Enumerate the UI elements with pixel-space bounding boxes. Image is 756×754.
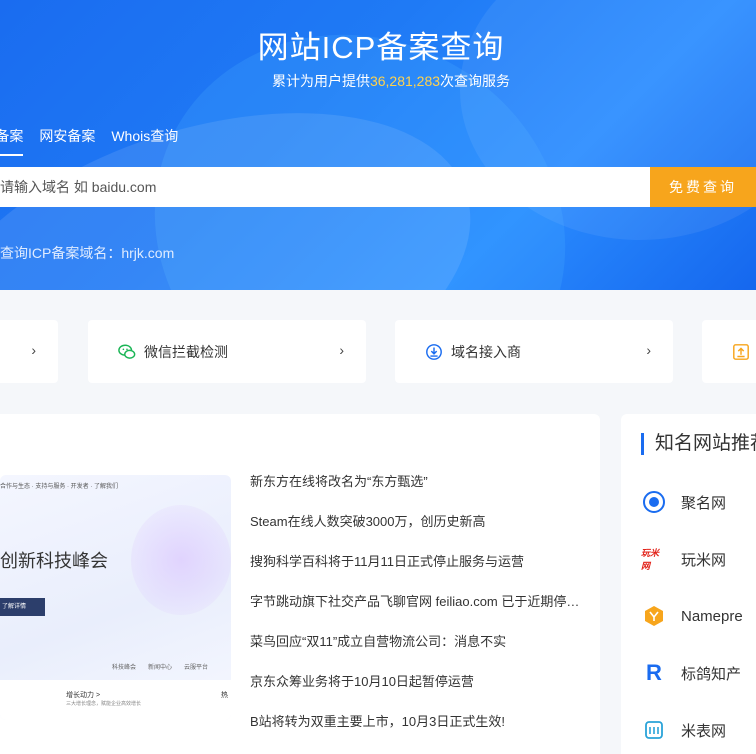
query-tabs: P备案 网安备案 Whois查询 [0,126,178,156]
news-item[interactable]: Steam在线人数突破3000万，创历史新高 [250,514,585,554]
news-item[interactable]: 新东方在线将改名为“东方甄选” [250,474,585,514]
news-item[interactable]: B站将转为双重主要上市，10月3日正式生效! [250,714,585,754]
news-featured-image[interactable]: 合作与生态 · 支持与服务 · 开发者 · 了解我们 创新科技峰会 了解详情 科… [0,475,231,720]
wanmi-logo-icon: 玩米网 [641,548,660,571]
news-item[interactable]: 搜狗科学百科将于11月11日正式停止服务与运营 [250,554,585,594]
news-item[interactable]: 菜鸟回应“双11”成立自营物流公司：消息不实 [250,634,585,674]
sites-title: 知名网站推荐 [641,433,756,455]
news-item[interactable]: 字节跳动旗下社交产品飞聊官网 feiliao.com 已于近期停止服务 [250,594,585,634]
news-list: 新东方在线将改名为“东方甄选” Steam在线人数突破3000万，创历史新高 搜… [250,474,585,754]
site-item-wanmi[interactable]: 玩米网 玩米网 [641,546,726,572]
tab-whois[interactable]: Whois查询 [111,126,178,156]
tool-card-4[interactable] [702,320,756,383]
chevron-right-icon: › [646,342,651,358]
hero-banner: 网站ICP备案查询 累计为用户提供36,281,283次查询服务 P备案 网安备… [0,0,756,290]
tool-card-domain-provider[interactable]: 域名接入商 › [395,320,673,383]
site-item-biaoge[interactable]: R 标鸽知产 [641,660,741,686]
tool-card-wechat-check[interactable]: 微信拦截检测 › [88,320,366,383]
hero-subtitle: 累计为用户提供36,281,283次查询服务 [271,73,511,89]
page-title: 网站ICP备案查询 [257,30,505,65]
tool-card-1[interactable]: › [0,320,58,383]
mibiao-logo-icon [641,717,667,743]
chevron-right-icon: › [339,342,344,358]
tab-icp[interactable]: P备案 [0,126,24,156]
sites-card [621,414,756,754]
recent-query[interactable]: 近查询ICP备案域名：hrjk.com [0,243,174,263]
namepre-logo-icon [641,603,667,629]
wechat-icon [118,344,136,359]
featured-headline: 创新科技峰会 [0,551,108,571]
tab-police-record[interactable]: 网安备案 [39,126,95,156]
search-bar: 免费查询 [0,167,756,207]
domain-search-input[interactable] [0,167,650,207]
site-item-mibiao[interactable]: 米表网 [641,717,726,743]
news-item[interactable]: 京东众筹业务将于10月10日起暂停运营 [250,674,585,714]
download-circle-icon [426,343,442,360]
upload-box-icon [733,343,749,360]
chevron-right-icon: › [31,342,36,358]
juming-logo-icon [641,489,667,515]
site-item-namepre[interactable]: Namepre [641,603,743,629]
tool-label: 域名接入商 [451,343,521,360]
biaoge-logo-icon: R [646,660,662,685]
learn-more-button: 了解详情 [0,598,45,616]
free-query-button[interactable]: 免费查询 [650,167,756,207]
tool-label: 微信拦截检测 [144,343,228,360]
query-count: 36,281,283 [369,73,441,89]
site-item-juming[interactable]: 聚名网 [641,489,726,515]
